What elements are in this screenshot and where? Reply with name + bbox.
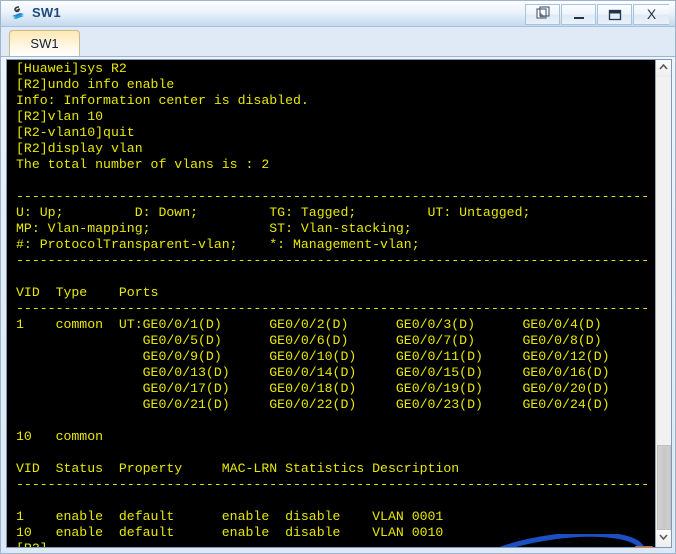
terminal-frame: [Huawei]sys R2 [R2]undo info enable Info… (6, 59, 672, 548)
minimize-button[interactable] (561, 4, 596, 25)
chevron-up-icon (659, 64, 668, 70)
scrollbar-thumb[interactable] (657, 445, 671, 530)
terminal-scrollbar[interactable] (655, 60, 671, 547)
scroll-up-button[interactable] (656, 60, 671, 77)
close-button[interactable]: X (633, 4, 669, 25)
title-bar: SW1 X (1, 1, 675, 27)
tab-strip: SW1 (1, 27, 675, 57)
window-title: SW1 (32, 5, 61, 20)
restore-panes-icon (535, 6, 550, 19)
minimize-icon (574, 17, 584, 19)
switch-icon (9, 5, 27, 23)
maximize-icon (608, 9, 622, 21)
emulator-window: SW1 X SW1 [Huawei]sys R2 [R2]undo info e… (0, 0, 676, 554)
tab-sw1[interactable]: SW1 (9, 30, 80, 56)
terminal-output: [Huawei]sys R2 [R2]undo info enable Info… (16, 61, 650, 547)
terminal-screen[interactable]: [Huawei]sys R2 [R2]undo info enable Info… (7, 60, 655, 547)
chevron-down-icon (659, 534, 668, 540)
close-icon: X (646, 6, 657, 22)
scroll-down-button[interactable] (656, 530, 671, 547)
maximize-button[interactable] (597, 4, 632, 25)
restore-panes-button[interactable] (525, 4, 560, 25)
